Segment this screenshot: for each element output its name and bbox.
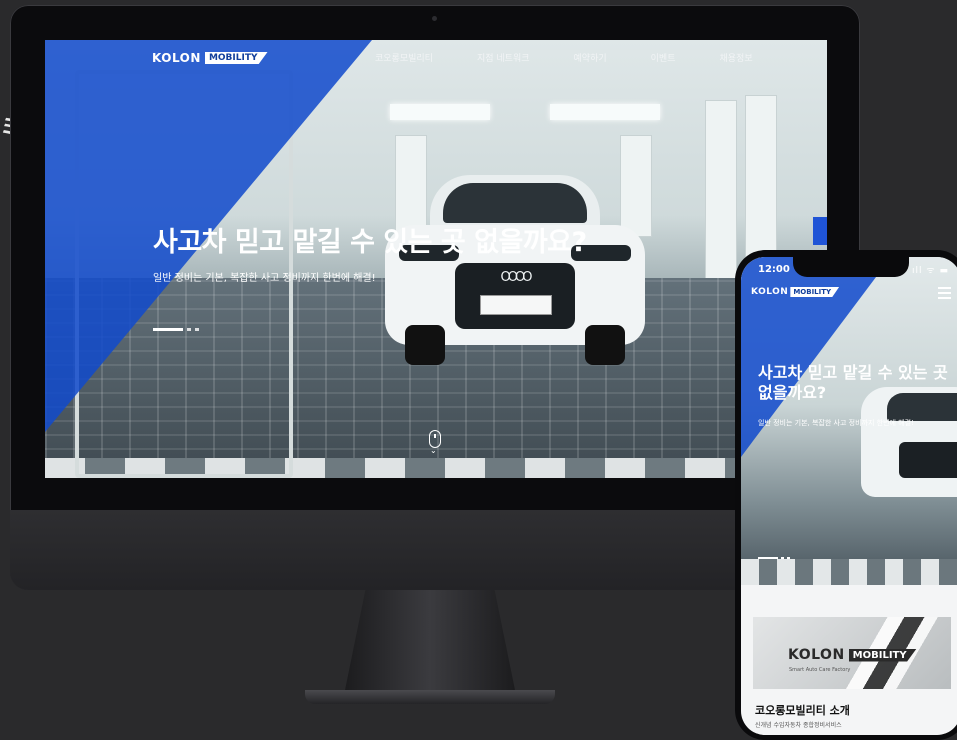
ceiling-light bbox=[390, 104, 490, 120]
about-card-description: 신개념 수입자동차 종합정비서비스 bbox=[755, 722, 842, 729]
imac-stand bbox=[345, 590, 515, 690]
slide-indicator-dot[interactable] bbox=[187, 328, 191, 331]
slide-indicator-active[interactable] bbox=[153, 328, 183, 331]
camera-dot bbox=[432, 16, 437, 21]
top-navigation: KOLON MOBILITY 코오롱모빌리티 지점 네트워크 예약하기 이벤트 … bbox=[45, 40, 827, 74]
ceiling-light bbox=[550, 104, 660, 120]
kolon-mobility-logo[interactable]: KOLON MOBILITY bbox=[152, 50, 268, 66]
nav-item-events[interactable]: 이벤트 bbox=[651, 51, 676, 64]
nav-menu: 코오롱모빌리티 지점 네트워크 예약하기 이벤트 채용정보 bbox=[375, 51, 753, 64]
slide-indicator-dot[interactable] bbox=[781, 557, 784, 559]
mobile-logo[interactable]: KOLON MOBILITY bbox=[751, 287, 840, 297]
hamburger-menu-icon[interactable] bbox=[938, 287, 951, 302]
hero-subtitle: 일반 정비는 기본, 복잡한 사고 정비까지 한번에 해결! bbox=[153, 273, 376, 284]
about-card-title[interactable]: 코오롱모빌리티 소개 bbox=[755, 702, 850, 718]
hero-title: 사고차 믿고 맡길 수 있는 곳 없을까요? bbox=[153, 227, 587, 258]
imac-chin bbox=[10, 510, 860, 590]
card-logo-mobility: MOBILITY bbox=[848, 648, 917, 662]
nav-item-network[interactable]: 지점 네트워크 bbox=[477, 51, 530, 64]
status-bar-time: 12:00 bbox=[758, 264, 790, 275]
slide-indicator[interactable] bbox=[153, 328, 199, 331]
logo-kolon-text: KOLON bbox=[152, 51, 201, 65]
status-bar-icons: ıll ᯤ ▬ bbox=[912, 266, 949, 276]
slide-indicator-dot[interactable] bbox=[195, 328, 199, 331]
slide-indicator-active[interactable] bbox=[758, 557, 778, 559]
wall-panel bbox=[705, 100, 737, 282]
card-tagline: Smart Auto Care Factory bbox=[789, 667, 851, 673]
logo-mobility-text: MOBILITY bbox=[204, 52, 268, 64]
mobile-website-screen: 12:00 ıll ᯤ ▬ KOLON MOBILITY 사고차 믿고 맡길 수… bbox=[741, 257, 957, 735]
mobile-hero-subtitle: 일반 정비는 기본, 복잡한 사고 정비까지 한번에 해결! bbox=[758, 419, 914, 427]
nav-item-careers[interactable]: 채용정보 bbox=[719, 51, 752, 64]
logo-kolon-text: KOLON bbox=[751, 287, 789, 297]
mobile-hero: 12:00 ıll ᯤ ▬ KOLON MOBILITY 사고차 믿고 맡길 수… bbox=[741, 257, 957, 585]
card-kolon-logo: KOLON MOBILITY bbox=[788, 647, 917, 663]
desktop-website-screen: OOOO KOLON MOBILITY 코오롱모빌리티 지점 네트워크 예약하기… bbox=[45, 40, 827, 478]
side-quick-tab[interactable] bbox=[813, 217, 827, 245]
logo-mobility-text: MOBILITY bbox=[790, 287, 840, 297]
slide-indicator-dot[interactable] bbox=[787, 557, 790, 559]
scroll-down-icon: ⌄ bbox=[430, 446, 437, 455]
mobile-slide-indicator[interactable] bbox=[758, 557, 790, 559]
about-card-image[interactable]: KOLON MOBILITY Smart Auto Care Factory bbox=[753, 617, 951, 689]
car-image: OOOO bbox=[385, 175, 645, 375]
card-logo-kolon: KOLON bbox=[788, 647, 845, 663]
phone-notch bbox=[793, 257, 909, 277]
nav-item-reservation[interactable]: 예약하기 bbox=[574, 51, 607, 64]
nav-item-about[interactable]: 코오롱모빌리티 bbox=[375, 51, 433, 64]
mobile-hero-title: 사고차 믿고 맡길 수 있는 곳 없을까요? bbox=[758, 363, 948, 402]
imac-stand-base bbox=[305, 690, 555, 704]
